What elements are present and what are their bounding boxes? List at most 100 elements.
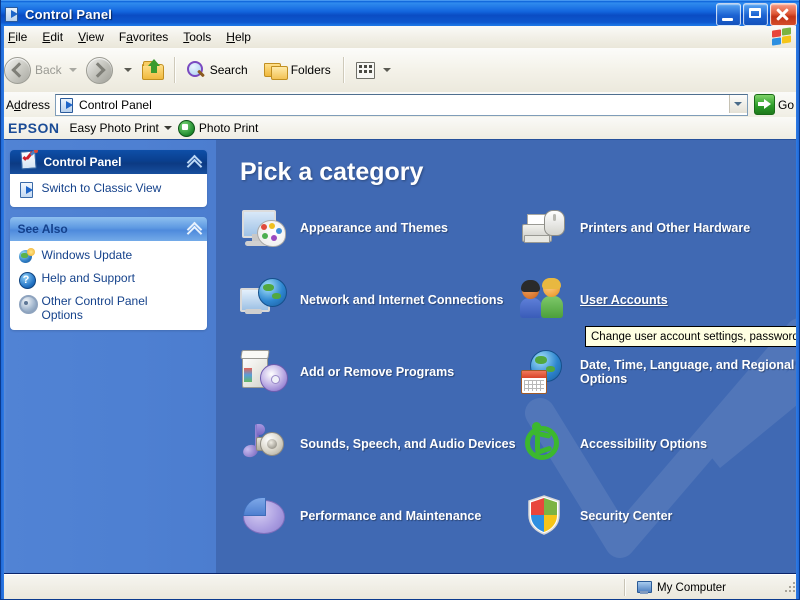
address-dropdown-button[interactable]: [728, 94, 747, 113]
forward-button[interactable]: [82, 51, 121, 89]
epson-logo: EPSON: [8, 120, 60, 136]
menu-favorites[interactable]: Favorites: [112, 28, 175, 46]
go-button-label: Go: [777, 97, 794, 112]
menu-view[interactable]: View: [71, 28, 111, 46]
go-arrow-icon: [753, 94, 775, 115]
control-panel-panel-header[interactable]: Control Panel: [9, 150, 207, 175]
category-accessibility-options[interactable]: Accessibility Options: [520, 417, 800, 471]
go-button[interactable]: Go: [753, 94, 794, 115]
folders-button[interactable]: Folders: [260, 51, 335, 89]
category-printers-and-other-hardware[interactable]: Printers and Other Hardware: [520, 201, 800, 255]
switch-to-classic-view-link[interactable]: Switch to Classic View: [18, 181, 199, 199]
menu-bar: File Edit View Favorites Tools Help: [0, 26, 800, 49]
window-border-left: [0, 26, 4, 600]
gear-icon: [18, 294, 38, 314]
close-button[interactable]: [770, 2, 797, 26]
category-user-accounts[interactable]: User Accounts: [520, 273, 800, 327]
windows-update-link[interactable]: Windows Update: [18, 248, 199, 266]
category-appearance-and-themes[interactable]: Appearance and Themes: [240, 201, 520, 255]
back-button[interactable]: Back: [0, 51, 66, 89]
other-control-panel-options-link[interactable]: Other Control Panel Options: [18, 294, 199, 322]
category-label: Date, Time, Language, and Regional Optio…: [580, 358, 795, 386]
category-label: Printers and Other Hardware: [580, 221, 751, 235]
minimize-button[interactable]: [716, 2, 741, 26]
windows-update-label: Windows Update: [41, 248, 133, 262]
address-control-panel-icon: [59, 97, 75, 113]
folders-icon: [263, 60, 288, 80]
category-network-and-internet-connections[interactable]: Network and Internet Connections: [240, 273, 520, 327]
category-grid: Appearance and Themes Printers and Other…: [240, 201, 800, 543]
menu-help[interactable]: Help: [219, 28, 258, 46]
see-also-panel: See Also Windows Update ? Help and Suppo…: [9, 217, 207, 330]
search-button-label: Search: [209, 63, 248, 77]
status-text: My Computer: [657, 581, 727, 594]
category-label: Security Center: [580, 509, 673, 523]
back-arrow-icon: [4, 56, 31, 84]
control-panel-window: Control Panel File Edit View Favorites T…: [0, 0, 800, 600]
tooltip-text: Change user account settings, passwords,…: [591, 331, 800, 343]
menu-edit[interactable]: Edit: [35, 28, 70, 46]
photo-print-label: Photo Print: [198, 121, 259, 135]
views-dropdown-caret[interactable]: [382, 68, 391, 72]
category-label: Performance and Maintenance: [300, 509, 482, 523]
up-button[interactable]: [137, 51, 169, 89]
photo-print-button[interactable]: Photo Print: [177, 119, 259, 137]
page-title: Pick a category: [240, 158, 424, 186]
network-internet-icon: [240, 276, 288, 324]
switch-to-classic-view-label: Switch to Classic View: [41, 181, 162, 195]
status-bar: My Computer: [0, 574, 800, 600]
address-bar: Address Control Panel Go: [0, 92, 800, 118]
tooltip: Change user account settings, passwords,…: [585, 326, 800, 347]
category-pane: Pick a category Appearance and Themes Pr…: [216, 140, 800, 573]
search-icon: [185, 60, 207, 80]
category-label: Sounds, Speech, and Audio Devices: [300, 437, 516, 451]
window-controls: [716, 2, 797, 26]
help-and-support-link[interactable]: ? Help and Support: [18, 271, 199, 289]
control-panel-task-panel: Control Panel Switch to Classic View: [9, 150, 207, 207]
other-control-panel-options-label: Other Control Panel Options: [41, 294, 148, 322]
title-bar: Control Panel: [0, 0, 800, 27]
category-security-center[interactable]: Security Center: [520, 489, 800, 543]
windows-flag-icon: [771, 26, 793, 47]
easy-photo-print-button[interactable]: Easy Photo Print: [70, 121, 172, 135]
window-border-right: [796, 26, 800, 600]
address-input[interactable]: Control Panel: [55, 93, 748, 116]
window-title: Control Panel: [25, 6, 113, 22]
collapse-chevron-icon[interactable]: [186, 154, 202, 175]
accessibility-options-icon: [520, 420, 568, 468]
views-grid-icon: [354, 60, 376, 80]
category-label: Appearance and Themes: [300, 221, 448, 235]
category-performance-and-maintenance[interactable]: Performance and Maintenance: [240, 489, 520, 543]
category-date-time-language-regional-options[interactable]: Date, Time, Language, and Regional Optio…: [520, 345, 800, 399]
add-remove-programs-icon: [240, 348, 288, 396]
category-add-or-remove-programs[interactable]: Add or Remove Programs: [240, 345, 520, 399]
status-segment-right: My Computer: [626, 579, 784, 596]
see-also-panel-body: Windows Update ? Help and Support Other …: [9, 241, 207, 330]
forward-arrow-icon: [85, 56, 113, 84]
navigation-toolbar: Back Search Folders: [0, 48, 800, 93]
address-value: Control Panel: [79, 97, 152, 112]
maximize-button[interactable]: [743, 2, 768, 26]
folders-button-label: Folders: [290, 63, 331, 77]
switch-view-icon: [18, 181, 36, 199]
control-panel-panel-body: Switch to Classic View: [9, 174, 207, 207]
views-button[interactable]: [350, 51, 380, 89]
back-button-label: Back: [35, 63, 62, 77]
menu-file[interactable]: File: [1, 28, 34, 46]
my-computer-icon: [636, 580, 652, 595]
help-support-icon: ?: [18, 271, 36, 289]
control-panel-icon: [4, 6, 20, 22]
control-panel-panel-title: Control Panel: [43, 155, 122, 169]
category-label: User Accounts: [580, 293, 668, 307]
category-sounds-speech-audio-devices[interactable]: Sounds, Speech, and Audio Devices: [240, 417, 520, 471]
back-dropdown-caret[interactable]: [68, 68, 77, 72]
forward-dropdown-caret[interactable]: [123, 68, 132, 72]
help-and-support-label: Help and Support: [41, 271, 135, 285]
menu-tools[interactable]: Tools: [176, 28, 218, 46]
category-label: Accessibility Options: [580, 437, 708, 451]
see-also-panel-header[interactable]: See Also: [9, 217, 207, 242]
user-accounts-icon: [520, 276, 568, 324]
search-button[interactable]: Search: [181, 51, 252, 89]
windows-update-icon: [18, 248, 36, 266]
collapse-chevron-icon[interactable]: [186, 221, 202, 242]
